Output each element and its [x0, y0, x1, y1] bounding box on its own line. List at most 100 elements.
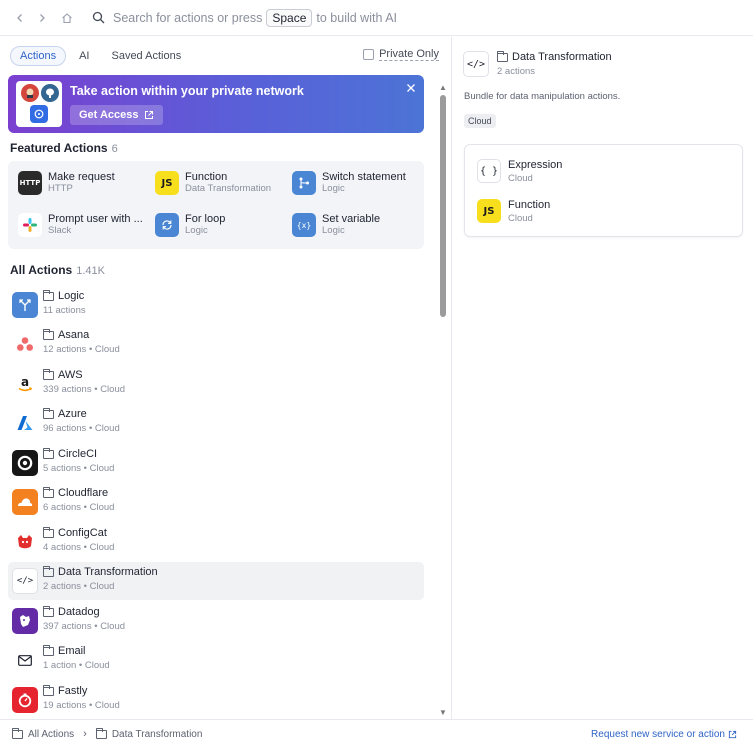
list-item-sub: 4 actions • Cloud [43, 542, 115, 553]
scroll-thumb[interactable] [440, 95, 446, 317]
list-item-sub: 12 actions • Cloud [43, 344, 120, 355]
asana-icon [12, 331, 38, 357]
folder-icon [43, 486, 54, 498]
list-item-fastly[interactable]: Fastly 19 actions • Cloud [8, 681, 424, 719]
list-item-circleci[interactable]: CircleCI 5 actions • Cloud [8, 444, 424, 482]
list-item-cloudflare[interactable]: Cloudflare 6 actions • Cloud [8, 483, 424, 521]
close-banner-button[interactable] [406, 80, 416, 96]
braces-icon: { } [477, 159, 501, 183]
list-item-data-transformation[interactable]: </> Data Transformation 2 actions • Clou… [8, 562, 424, 600]
list-item-sub: 1 action • Cloud [43, 660, 110, 671]
chevron-right-icon: › [83, 728, 87, 740]
banner-title: Take action within your private network [70, 84, 304, 98]
list-item-logic[interactable]: Logic 11 actions [8, 286, 424, 324]
featured-item-sub: Logic [185, 225, 208, 236]
featured-item-name: Function [185, 171, 228, 183]
http-icon: HTTP [18, 171, 42, 195]
fastly-icon [12, 687, 38, 713]
private-only-checkbox[interactable] [363, 49, 375, 60]
detail-action-expression[interactable]: { } Expression Cloud [477, 159, 562, 185]
featured-item-make-request[interactable]: HTTP Make request HTTP [18, 171, 115, 195]
slack-icon [18, 213, 42, 237]
home-button[interactable] [57, 8, 77, 28]
code-icon: </> [12, 568, 38, 594]
featured-item-switch-statement[interactable]: Switch statement Logic [292, 171, 406, 195]
chevron-right-icon [40, 13, 45, 22]
list-item-name: Asana [58, 329, 90, 341]
forward-button[interactable] [32, 8, 52, 28]
scroll-down-arrow-icon[interactable]: ▼ [439, 708, 447, 717]
envelope-icon [12, 647, 38, 673]
featured-item-set-variable[interactable]: {x} Set variable Logic [292, 213, 380, 237]
get-access-button[interactable]: Get Access [70, 105, 163, 125]
request-service-label: Request new service or action [591, 729, 725, 740]
jenkins-logo-icon [21, 84, 39, 102]
detail-panel: </> Data Transformation 2 actions Bundle… [453, 37, 753, 719]
folder-icon [43, 328, 54, 340]
folder-icon [43, 407, 54, 419]
list-item-datadog[interactable]: Datadog 397 actions • Cloud [8, 602, 424, 640]
search-input[interactable]: Search for actions or press Space to bui… [113, 8, 397, 27]
search-placeholder-start: Search for actions or press [113, 10, 263, 25]
tab-ai[interactable]: AI [70, 47, 98, 65]
back-button[interactable] [10, 8, 30, 28]
featured-item-for-loop[interactable]: For loop Logic [155, 213, 225, 237]
featured-item-name: For loop [185, 213, 226, 225]
list-item-sub: 11 actions [43, 305, 86, 316]
folder-icon [43, 447, 54, 459]
featured-item-sub: Slack [48, 225, 72, 236]
tab-actions[interactable]: Actions [10, 46, 67, 66]
loop-icon [155, 213, 179, 237]
list-item-email[interactable]: Email 1 action • Cloud [8, 641, 424, 679]
footer-bar: All Actions › Data Transformation Reques… [0, 719, 753, 748]
breadcrumb-root[interactable]: All Actions [28, 729, 74, 740]
list-item-name: Email [58, 645, 86, 657]
tab-saved-actions[interactable]: Saved Actions [102, 47, 190, 65]
list-item-sub: 339 actions • Cloud [43, 384, 126, 395]
folder-icon [43, 605, 54, 617]
list-item-name: Cloudflare [58, 487, 109, 499]
detail-action-name: Expression [508, 159, 563, 171]
private-only-toggle[interactable]: Private Only [363, 48, 439, 61]
folder-icon [43, 684, 54, 696]
featured-actions-count: 6 [111, 143, 118, 155]
detail-action-count: 2 actions [497, 66, 536, 77]
featured-item-name: Prompt user with ... [48, 213, 143, 225]
folder-icon [43, 368, 54, 380]
featured-item-name: Switch statement [322, 171, 406, 183]
detail-action-sub: Cloud [508, 173, 533, 184]
list-scrollbar[interactable]: ▲ ▼ [438, 83, 448, 717]
scroll-up-arrow-icon[interactable]: ▲ [439, 83, 447, 92]
list-item-sub: 397 actions • Cloud [43, 621, 126, 632]
variable-icon: {x} [292, 213, 316, 237]
code-icon: </> [463, 51, 489, 77]
detail-action-function[interactable]: JS Function Cloud [477, 199, 550, 225]
featured-actions-title: Featured Actions [10, 141, 108, 155]
list-item-name: Datadog [58, 606, 100, 618]
list-item-azure[interactable]: Azure 96 actions • Cloud [8, 404, 424, 442]
kubernetes-logo-icon [30, 105, 48, 123]
top-search-bar: Search for actions or press Space to bui… [0, 0, 753, 36]
home-icon [62, 12, 72, 23]
featured-actions-grid: HTTP Make request HTTP JS Function Data … [8, 161, 424, 249]
list-item-aws[interactable]: a AWS 339 actions • Cloud [8, 365, 424, 403]
list-item-asana[interactable]: Asana 12 actions • Cloud [8, 325, 424, 363]
featured-item-function[interactable]: JS Function Data Transformation [155, 171, 271, 195]
detail-actions-card: { } Expression Cloud JS Function Cloud [464, 144, 743, 237]
all-actions-heading: All Actions 1.41K [10, 263, 105, 277]
list-item-sub: 96 actions • Cloud [43, 423, 120, 434]
configcat-icon [12, 529, 38, 555]
list-item-name: CircleCI [58, 448, 98, 460]
featured-item-name: Make request [48, 171, 115, 183]
featured-item-prompt-user[interactable]: Prompt user with ... Slack [18, 213, 143, 237]
action-tabs: Actions AI Saved Actions [10, 46, 190, 66]
list-item-sub: 6 actions • Cloud [43, 502, 115, 513]
svg-text:a: a [21, 375, 29, 389]
request-service-link[interactable]: Request new service or action [591, 729, 737, 740]
switch-icon [292, 171, 316, 195]
list-item-configcat[interactable]: ConfigCat 4 actions • Cloud [8, 523, 424, 561]
list-item-name: ConfigCat [58, 527, 107, 539]
list-item-name: Data Transformation [58, 566, 158, 578]
search-icon [89, 9, 107, 27]
featured-item-name: Set variable [322, 213, 381, 225]
